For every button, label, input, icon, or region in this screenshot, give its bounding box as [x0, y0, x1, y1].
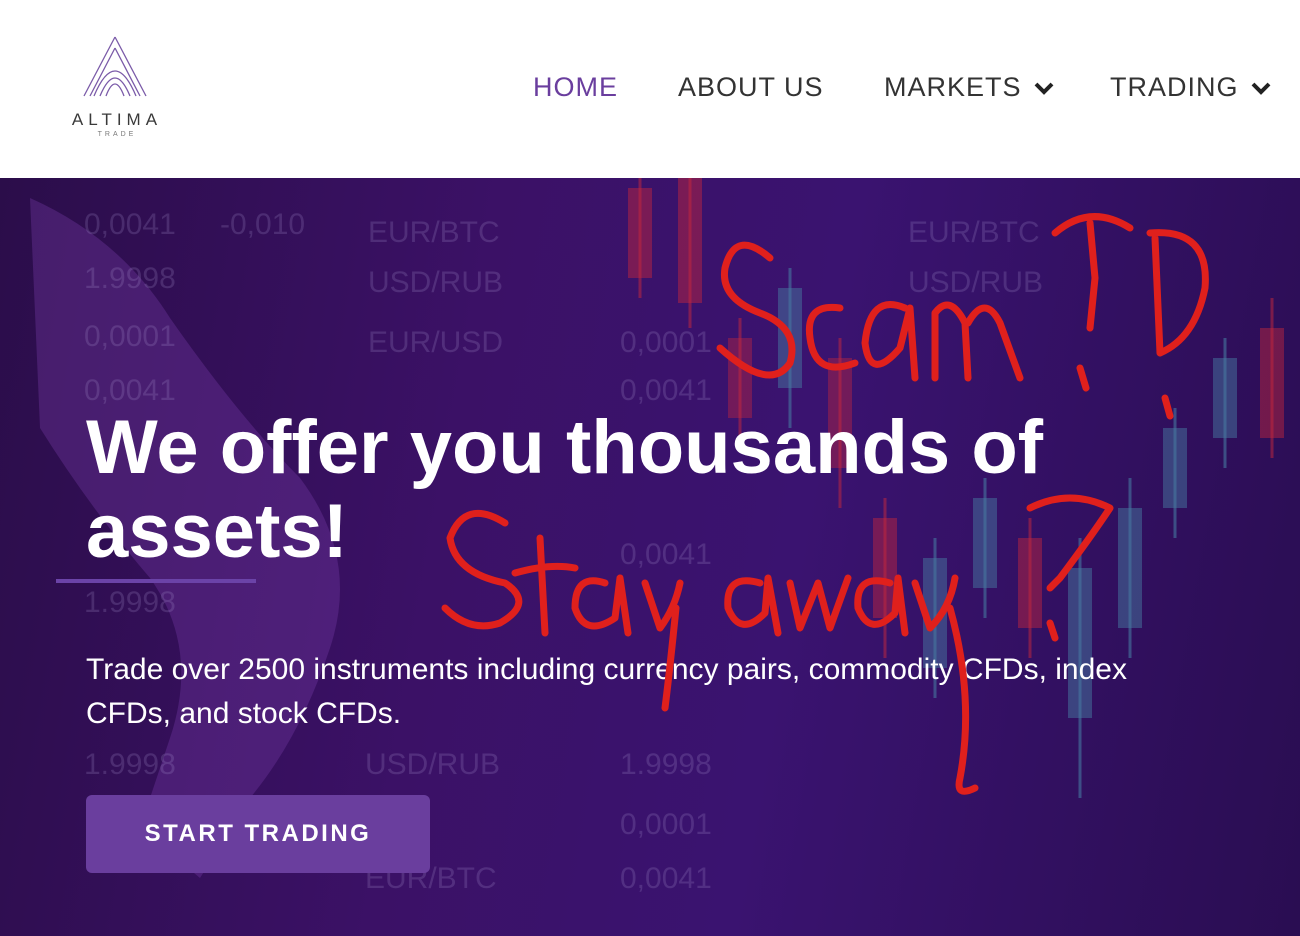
bg-ticker: 0,0001: [620, 326, 712, 359]
bg-ticker: 1.9998: [84, 748, 176, 781]
bg-ticker: -0,010: [220, 208, 306, 241]
bg-ticker: 1.9998: [620, 748, 712, 781]
chevron-down-icon: [1034, 72, 1054, 103]
bg-ticker: EUR/BTC: [368, 216, 500, 249]
nav-home[interactable]: HOME: [533, 72, 618, 103]
bg-ticker: 0,0041: [620, 862, 712, 895]
nav-about-label: ABOUT US: [678, 72, 824, 102]
title-divider: [56, 579, 256, 583]
bg-ticker: USD/RUB: [365, 748, 501, 781]
logo-mountain-icon: [83, 36, 147, 97]
nav-markets-label: MARKETS: [884, 72, 1022, 102]
nav-home-label: HOME: [533, 72, 618, 102]
altima-logo[interactable]: ALTIMA TRADE: [52, 34, 182, 144]
bg-ticker: 0,0001: [620, 808, 712, 841]
bg-ticker: 0,0041: [620, 374, 712, 407]
start-trading-button[interactable]: START TRADING: [86, 795, 430, 873]
bg-ticker: 1.9998: [84, 262, 176, 295]
bg-ticker: 0,0041: [84, 374, 176, 407]
hero-title: We offer you thousands of assets!: [86, 405, 1044, 574]
bg-ticker: USD/RUB: [908, 266, 1044, 299]
bg-ticker: 1.9998: [84, 586, 176, 619]
brand-subtitle: TRADE: [97, 131, 137, 138]
nav-trading[interactable]: TRADING: [1110, 72, 1271, 103]
chevron-down-icon: [1251, 72, 1271, 103]
site-header: ALTIMA TRADE HOME ABOUT US MARKETS TRADI…: [0, 0, 1300, 178]
nav-about-us[interactable]: ABOUT US: [678, 72, 824, 103]
hero-description: Trade over 2500 instruments including cu…: [86, 653, 1127, 730]
bg-ticker: EUR/USD: [368, 326, 504, 359]
brand-name: ALTIMA: [71, 110, 163, 129]
bg-ticker: 0,0041: [84, 208, 176, 241]
bg-ticker: USD/RUB: [368, 266, 504, 299]
bg-ticker: EUR/BTC: [908, 216, 1040, 249]
hero-section: 0,0041 -0,010 EUR/BTC 1.9998 USD/RUB 0,0…: [0, 178, 1300, 936]
nav-markets[interactable]: MARKETS: [884, 72, 1054, 103]
nav-trading-label: TRADING: [1110, 72, 1239, 102]
bg-ticker: 0,0001: [84, 320, 176, 353]
